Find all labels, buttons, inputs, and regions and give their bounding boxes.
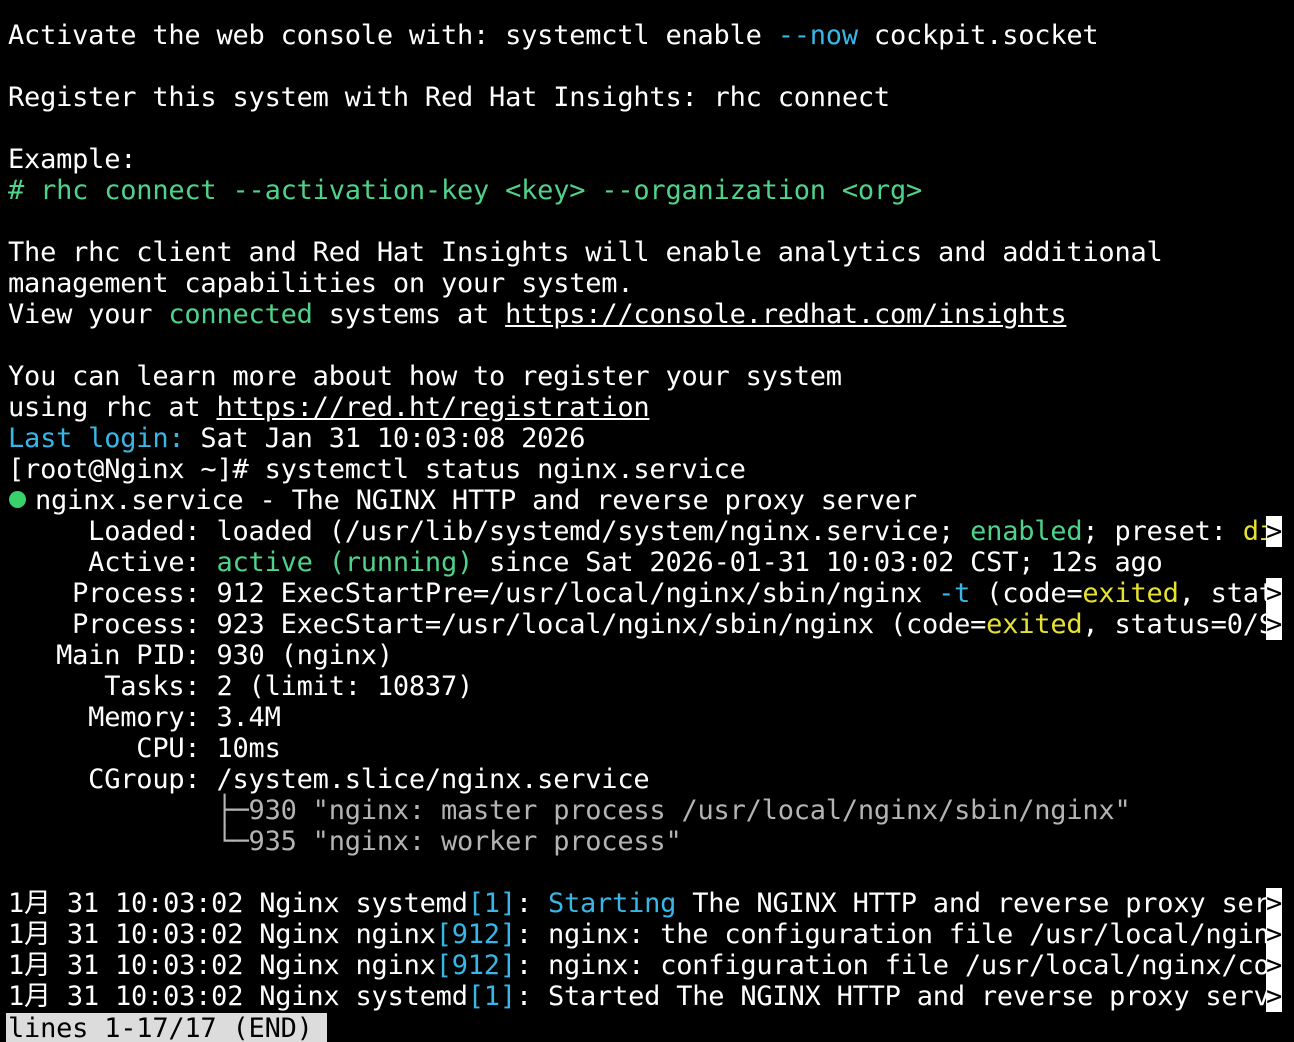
last-login-label: Last login: <box>8 423 185 454</box>
motd-example-label: Example: <box>8 144 137 175</box>
journal-pid: [1] <box>467 981 516 1012</box>
truncation-marker: > <box>1266 578 1283 609</box>
motd-insights-line-1: The rhc client and Red Hat Insights will… <box>8 237 1163 268</box>
pager-status-line: lines 1-17/17 (END) <box>6 1013 327 1042</box>
process-pre-line: Process: 912 ExecStartPre=/usr/local/ngi… <box>8 578 1288 609</box>
motd-learn-line-2: using rhc at https://red.ht/registration <box>8 392 650 423</box>
journal-message: nginx: configuration file /usr/local/ngi… <box>547 950 1270 981</box>
shell-command: systemctl status nginx.service <box>264 454 746 485</box>
terminal-window[interactable]: Activate the web console with: systemctl… <box>0 0 1294 1042</box>
worker-process-text: 935 "nginx: worker process" <box>248 826 682 857</box>
active-state: active (running) <box>216 547 474 578</box>
journal-pid: [912] <box>435 950 516 981</box>
truncation-marker: > <box>1266 888 1283 919</box>
prompt-line: [root@Nginx ~]# systemctl status nginx.s… <box>8 454 746 485</box>
process-start-line: Process: 923 ExecStart=/usr/local/nginx/… <box>8 609 1288 640</box>
journal-date: 1月 31 10:03:02 Nginx <box>8 919 356 950</box>
journal-date: 1月 31 10:03:02 Nginx <box>8 888 356 919</box>
cpu-line: CPU: 10ms <box>8 733 281 764</box>
journal-line: 1月 31 10:03:02 Nginx nginx[912]: nginx: … <box>8 919 1288 950</box>
active-suffix: since Sat 2026-01-31 10:03:02 CST; 12s a… <box>473 547 1163 578</box>
master-process-text: 930 "nginx: master process /usr/local/ng… <box>248 795 1131 826</box>
process1-code: exited <box>1082 578 1179 609</box>
journal-message: The NGINX HTTP and reverse proxy ser <box>676 888 1270 919</box>
motd-register-line: Register this system with Red Hat Insigh… <box>8 82 890 113</box>
insights-url-link[interactable]: https://console.redhat.com/insights <box>505 299 1066 330</box>
journal-colon: : <box>515 950 548 981</box>
truncation-marker: > <box>1266 919 1283 950</box>
journal-colon: : <box>515 888 548 919</box>
process2-code: exited <box>986 609 1083 640</box>
journal-colon: : <box>515 919 548 950</box>
truncation-marker: > <box>1266 981 1283 1012</box>
cgroup-tree-worker: └─935 "nginx: worker process" <box>8 826 682 857</box>
cgroup-line: CGroup: /system.slice/nginx.service <box>8 764 650 795</box>
cgroup-tree-master: ├─930 "nginx: master process /usr/local/… <box>8 795 1130 826</box>
motd-cockpit-flag: --now <box>777 20 858 51</box>
terminal-screen: Activate the web console with: systemctl… <box>0 0 1294 1042</box>
status-dot-icon <box>9 491 26 508</box>
journal-proc: systemd <box>355 888 468 919</box>
unit-description: nginx.service - The NGINX HTTP and rever… <box>35 485 917 516</box>
journal-date: 1月 31 10:03:02 Nginx <box>8 950 356 981</box>
journal-date: 1月 31 10:03:02 Nginx <box>8 981 356 1012</box>
process2-prefix: Process: 923 ExecStart=/usr/local/nginx/… <box>8 609 987 640</box>
tasks-line: Tasks: 2 (limit: 10837) <box>8 671 474 702</box>
motd-insights-line-2: management capabilities on your system. <box>8 268 634 299</box>
tree-end-icon: └─ <box>8 826 249 857</box>
process1-suffix: , stat <box>1178 578 1275 609</box>
last-login-line: Last login: Sat Jan 31 10:03:08 2026 <box>8 423 586 454</box>
process1-mid: (code= <box>970 578 1083 609</box>
motd-cockpit-suffix: cockpit.socket <box>857 20 1099 51</box>
loaded-prefix: Loaded: loaded (/usr/lib/systemd/system/… <box>8 516 971 547</box>
journal-message: Started The NGINX HTTP and reverse proxy… <box>547 981 1270 1012</box>
truncation-marker: > <box>1266 609 1283 640</box>
journal-pid: [912] <box>435 919 516 950</box>
last-login-value: Sat Jan 31 10:03:08 2026 <box>184 423 586 454</box>
motd-learn-line-1: You can learn more about how to register… <box>8 361 842 392</box>
process1-flag: -t <box>938 578 971 609</box>
journal-line: 1月 31 10:03:02 Nginx nginx[912]: nginx: … <box>8 950 1288 981</box>
active-line: Active: active (running) since Sat 2026-… <box>8 547 1163 578</box>
process1-prefix: Process: 912 ExecStartPre=/usr/local/ngi… <box>8 578 939 609</box>
motd-cockpit-line: Activate the web console with: systemctl… <box>8 20 1099 51</box>
loaded-line: Loaded: loaded (/usr/lib/systemd/system/… <box>8 516 1288 547</box>
motd-view-prefix: View your <box>8 299 169 330</box>
loaded-enabled: enabled <box>970 516 1083 547</box>
journal-line: 1月 31 10:03:02 Nginx systemd[1]: Startin… <box>8 888 1288 919</box>
motd-view-connected: connected <box>168 299 313 330</box>
shell-prompt: [root@Nginx ~]# <box>8 454 265 485</box>
motd-view-line: View your connected systems at https://c… <box>8 299 1067 330</box>
loaded-suffix: ; preset: <box>1082 516 1243 547</box>
registration-url-link[interactable]: https://red.ht/registration <box>216 392 649 423</box>
journal-message: nginx: the configuration file /usr/local… <box>547 919 1270 950</box>
memory-line: Memory: 3.4M <box>8 702 281 733</box>
journal-proc: nginx <box>355 919 436 950</box>
motd-example-command: # rhc connect --activation-key <key> --o… <box>8 175 923 206</box>
truncation-marker: > <box>1266 950 1283 981</box>
motd-view-mid: systems at <box>312 299 506 330</box>
unit-line: nginx.service - The NGINX HTTP and rever… <box>8 485 917 516</box>
tree-branch-icon: ├─ <box>8 795 249 826</box>
motd-learn-prefix: using rhc at <box>8 392 217 423</box>
journal-proc: systemd <box>355 981 468 1012</box>
journal-pid: [1] <box>467 888 516 919</box>
main-pid-line: Main PID: 930 (nginx) <box>8 640 393 671</box>
motd-cockpit-prefix: Activate the web console with: systemctl… <box>8 20 778 51</box>
truncation-marker: > <box>1266 516 1283 547</box>
journal-proc: nginx <box>355 950 436 981</box>
active-prefix: Active: <box>8 547 217 578</box>
journal-colon: : <box>515 981 548 1012</box>
journal-highlight: Starting <box>547 888 677 919</box>
journal-line: 1月 31 10:03:02 Nginx systemd[1]: Started… <box>8 981 1288 1012</box>
process2-suffix: , status=0/S <box>1082 609 1275 640</box>
